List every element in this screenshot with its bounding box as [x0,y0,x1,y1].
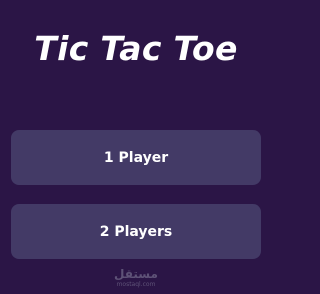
watermark-logo: مستقل mostaql.com [0,267,272,289]
two-players-button[interactable]: 2 Players [11,204,261,259]
watermark-subtext: mostaql.com [116,281,156,288]
watermark-text: مستقل [114,267,158,281]
one-player-button[interactable]: 1 Player [11,130,261,185]
game-menu-screen: Tic Tac Toe 1 Player 2 Players مستقل mos… [0,0,272,294]
game-title: Tic Tac Toe [34,29,238,68]
